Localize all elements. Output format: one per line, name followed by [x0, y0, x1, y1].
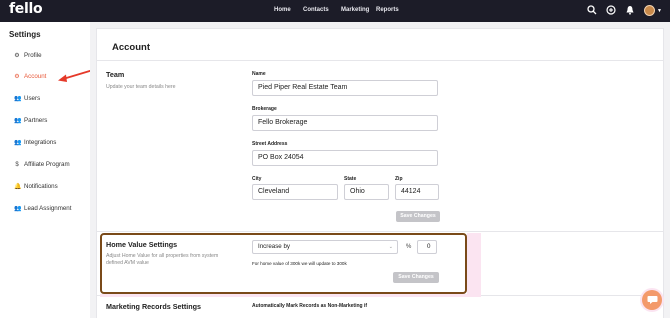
add-circle-icon[interactable] [606, 5, 616, 15]
team-name-input[interactable]: Pied Piper Real Estate Team [252, 80, 438, 96]
sidebar-title: Settings [9, 30, 41, 39]
divider [97, 231, 663, 232]
divider [97, 60, 663, 61]
zip-input[interactable]: 44124 [395, 184, 439, 200]
nav-home[interactable]: Home [274, 7, 291, 13]
sidebar-item-label: Profile [24, 52, 42, 59]
auto-mark-label: Automatically Mark Records as Non-Market… [252, 303, 368, 309]
sidebar-item-label: Partners [24, 117, 48, 124]
sidebar-item-label: Affiliate Program [24, 161, 70, 168]
users-icon: 👥 [14, 206, 22, 212]
avatar[interactable] [644, 5, 655, 16]
sidebar-item-notifications[interactable]: 🔔 Notifications [14, 183, 58, 190]
search-icon[interactable] [587, 5, 597, 15]
gear-icon: ⚙ [14, 53, 20, 59]
sidebar-item-affiliate-program[interactable]: $ Affiliate Program [14, 161, 70, 168]
sidebar-item-label: Users [24, 95, 41, 102]
city-label: City [252, 176, 262, 182]
sidebar-item-label: Integrations [24, 139, 57, 146]
nav-reports[interactable]: Reports [376, 7, 399, 13]
gear-icon: ⚙ [14, 74, 20, 80]
users-icon: 👥 [14, 118, 22, 124]
nav-marketing[interactable]: Marketing [341, 7, 369, 13]
users-icon: 👥 [14, 96, 22, 102]
sidebar-item-account[interactable]: ⚙ Account [14, 73, 46, 80]
home-value-highlight-box [100, 233, 467, 294]
sidebar-item-lead-assignment[interactable]: 👥 Lead Assignment [14, 205, 71, 212]
sidebar-item-profile[interactable]: ⚙ Profile [14, 52, 42, 59]
city-input[interactable]: Cleveland [252, 184, 338, 200]
chevron-down-icon[interactable]: ▼ [657, 8, 662, 14]
sidebar-item-label: Account [24, 73, 47, 80]
sidebar-item-label: Lead Assignment [24, 205, 72, 212]
brokerage-input[interactable]: Fello Brokerage [252, 115, 438, 131]
users-icon: 👥 [14, 140, 22, 146]
street-address-label: Street Address [252, 141, 288, 147]
highlight-background [100, 294, 481, 297]
state-input[interactable]: Ohio [344, 184, 389, 200]
chat-support-button[interactable] [642, 290, 662, 310]
sidebar-item-label: Notifications [24, 183, 58, 190]
page-title: Account [112, 42, 150, 53]
chat-icon [647, 296, 657, 304]
save-changes-button[interactable]: Save Changes [396, 211, 440, 222]
dollar-icon: $ [15, 161, 19, 168]
highlight-background [467, 233, 481, 297]
top-nav-bar: fello Home Contacts Marketing Reports ▼ [0, 0, 670, 22]
bell-icon[interactable] [625, 5, 635, 15]
bell-icon: 🔔 [14, 184, 22, 190]
team-section-description: Update your team details here [106, 84, 176, 90]
nav-contacts[interactable]: Contacts [303, 7, 329, 13]
sidebar-item-users[interactable]: 👥 Users [14, 95, 40, 102]
zip-label: Zip [395, 176, 403, 182]
sidebar-item-partners[interactable]: 👥 Partners [14, 117, 47, 124]
brokerage-label: Brokerage [252, 106, 277, 112]
state-label: State [344, 176, 357, 182]
marketing-records-section-title: Marketing Records Settings [106, 302, 202, 311]
team-section-title: Team [106, 70, 125, 79]
name-label: Name [252, 71, 266, 77]
street-address-input[interactable]: PO Box 24054 [252, 150, 438, 166]
sidebar-item-integrations[interactable]: 👥 Integrations [14, 139, 56, 146]
fello-logo[interactable]: fello [9, 1, 43, 17]
